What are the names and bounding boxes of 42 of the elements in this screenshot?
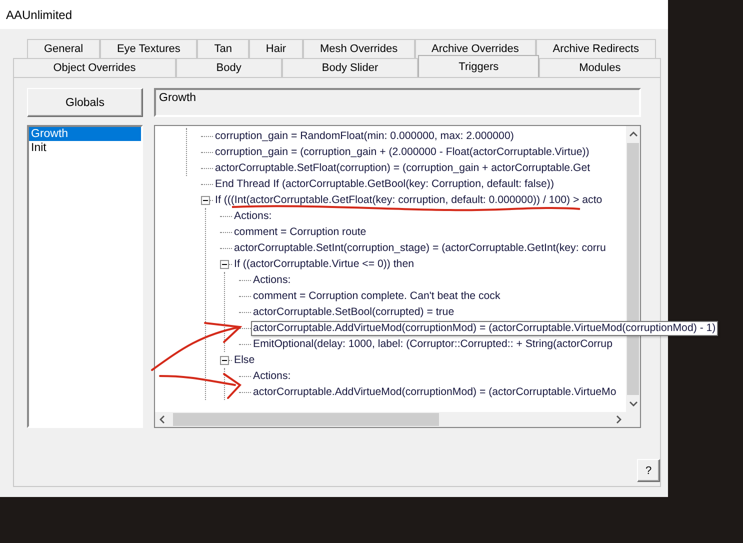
tab[interactable]: Modules [538, 58, 661, 77]
scroll-left-icon[interactable] [159, 415, 165, 424]
tab[interactable]: Object Overrides [13, 58, 176, 77]
tree-item[interactable]: If (((Int(actorCorruptable.GetFloat(key: corruption, default: 0.000000)) / 100) > acto [213, 192, 604, 208]
tree-item[interactable]: Actions: [232, 208, 274, 224]
tree-item[interactable]: actorCorruptable.SetFloat(corruption) = (corruption_gain + actorCorruptable.Get [213, 160, 592, 176]
tree-item[interactable]: actorCorruptable.AddVirtueMod(corruptionMod) = (actorCorruptable.VirtueMod(corruptionMod) - 1) [251, 320, 718, 336]
collapse-toggle-icon[interactable] [220, 260, 229, 268]
collapse-toggle-icon[interactable] [201, 196, 210, 204]
tab[interactable]: Body Slider [282, 58, 418, 77]
help-button[interactable]: ? [637, 459, 660, 482]
scroll-up-icon[interactable] [628, 131, 638, 137]
tree-item[interactable]: comment = Corruption route [232, 224, 368, 240]
collapse-toggle-icon[interactable] [220, 356, 229, 364]
tab[interactable]: Tan [197, 39, 249, 58]
scroll-right-icon[interactable] [616, 415, 622, 424]
tree-item[interactable]: EmitOptional(delay: 1000, label: (Corruptor::Corrupted:: + String(actorCorrup [251, 336, 614, 352]
trigger-name-field[interactable]: Growth [154, 88, 641, 117]
tree-item[interactable]: corruption_gain = RandomFloat(min: 0.000000, max: 2.000000) [213, 128, 516, 144]
tree-item[interactable]: End Thread If (actorCorruptable.GetBool(key: Corruption, default: false)) [213, 176, 556, 192]
trigger-list-item[interactable]: Init [29, 141, 141, 155]
tree-item[interactable]: If ((actorCorruptable.Virtue <= 0)) then [232, 256, 416, 272]
tab[interactable]: General [27, 39, 100, 58]
window-title: AAUnlimited [6, 8, 72, 22]
tree-item[interactable]: Actions: [251, 368, 293, 384]
tab[interactable]: Triggers [418, 55, 539, 77]
tab[interactable]: Hair [248, 39, 304, 58]
tab[interactable]: Mesh Overrides [303, 39, 415, 58]
tree-item[interactable]: Else [232, 352, 257, 368]
tree-item[interactable]: actorCorruptable.SetBool(corrupted) = true [251, 304, 456, 320]
tab[interactable]: Eye Textures [100, 39, 198, 58]
tree-item[interactable]: actorCorruptable.SetInt(corruption_stage) = (actorCorruptable.GetInt(key: corru [232, 240, 608, 256]
tree-item[interactable]: corruption_gain = (corruption_gain + (2.000000 - Float(actorCorruptable.Virtue)) [213, 144, 592, 160]
tree-item[interactable]: comment = Corruption complete. Can't beat the cock [251, 288, 502, 304]
scroll-down-icon[interactable] [628, 401, 638, 407]
tab[interactable]: Archive Redirects [536, 39, 656, 58]
globals-button[interactable]: Globals [27, 88, 143, 117]
horizontal-scrollbar[interactable] [155, 412, 640, 427]
tree-item[interactable]: actorCorruptable.AddVirtueMod(corruptionMod) = (actorCorruptable.VirtueMo [251, 384, 618, 400]
tab[interactable]: Body [176, 58, 282, 77]
tree-item[interactable]: Actions: [251, 272, 293, 288]
trigger-list-item[interactable]: Growth [29, 127, 141, 141]
